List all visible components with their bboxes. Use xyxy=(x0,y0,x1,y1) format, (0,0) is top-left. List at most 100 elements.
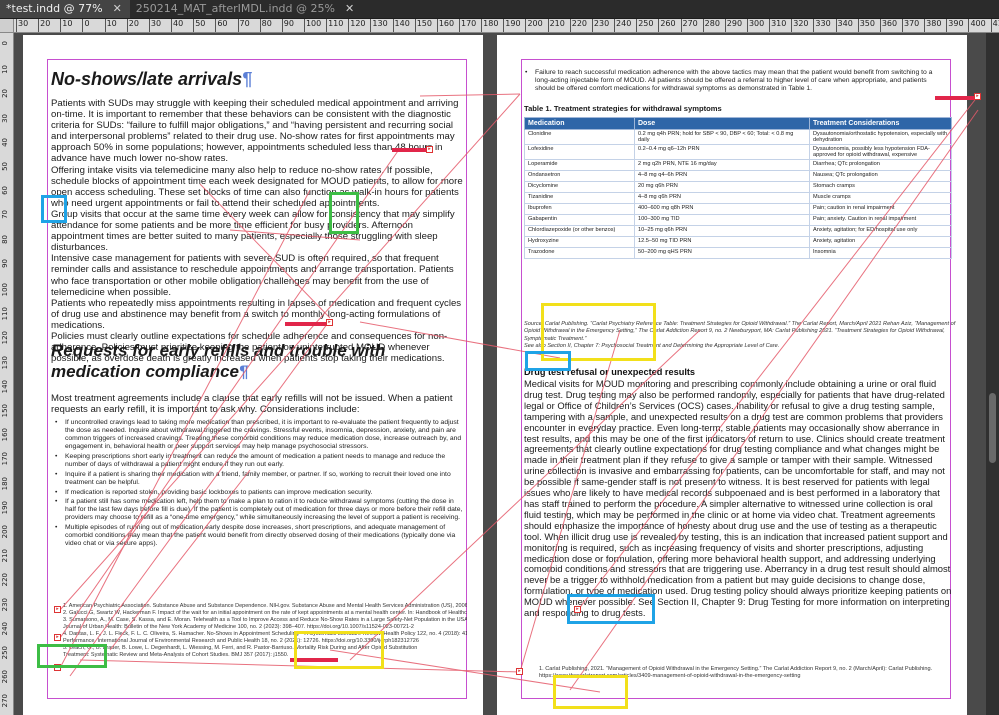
paragraph: Group visits that occur at the same time… xyxy=(51,208,455,254)
heading-no-shows[interactable]: No-shows/late arrivals¶ xyxy=(51,69,252,90)
ruler-tick-label: 350 xyxy=(857,19,875,32)
out-port-icon[interactable]: ▸ xyxy=(326,319,333,326)
reference-line: Journal of Urban Health: Bulletin of the… xyxy=(63,624,414,630)
ruler-tick-label: 50 xyxy=(193,19,206,32)
scrollbar-thumb[interactable] xyxy=(989,393,996,463)
vertical-scrollbar[interactable] xyxy=(986,33,999,715)
pilcrow-mark: ¶ xyxy=(242,69,253,89)
table-cell: Anxiety, agitation; for ED/hospital use … xyxy=(809,225,952,237)
ruler-tick-label: 410 xyxy=(990,19,999,32)
table-cell: Muscle cramps xyxy=(809,192,952,204)
reference-line: 2. Galucci G, Swartz W, Hackerman F. Imp… xyxy=(63,610,467,616)
left-page: No-shows/late arrivals¶ Patients with SU… xyxy=(23,35,483,715)
column-header: Treatment Considerations xyxy=(809,117,952,130)
in-port-icon[interactable]: ▸ xyxy=(516,668,523,675)
footnote-frame[interactable]: 1. Carlat Publishing, 2021. “Management … xyxy=(539,666,951,681)
ruler-tick-label: 210 xyxy=(547,19,565,32)
table-row: Hydroxyzine 12.5–50 mg TID PRN Anxiety, ag… xyxy=(524,236,952,248)
references-frame[interactable]: 1. American Psychiatric Association. Sub… xyxy=(63,603,467,659)
table-cell: Loperamide xyxy=(524,159,635,171)
ruler-tick-label: 340 xyxy=(835,19,853,32)
drug-test-text-frame[interactable]: Medical visits for MOUD monitoring and p… xyxy=(524,378,952,619)
list-item: If uncontrolled cravings lead to taking … xyxy=(55,419,465,451)
horizontal-ruler[interactable]: 30 20 10 0 10 20 30 40 50 60 70 80 90 100 110 120 130 140… xyxy=(14,19,999,33)
out-port-icon[interactable]: ▸ xyxy=(974,93,981,100)
considerations-list[interactable]: If uncontrolled cravings lead to taking … xyxy=(55,419,465,550)
table-row: Dicyclomine 20 mg q6h PRN Stomach cramps xyxy=(524,181,952,193)
ruler-tick-label: 200 xyxy=(525,19,543,32)
reference-line: 4. Dantas, L. F., J. L. Fleck, F. L. C. … xyxy=(63,631,467,637)
table-cell: Lofexidine xyxy=(524,144,635,160)
table-cell: 400–600 mg q8h PRN xyxy=(634,203,810,215)
reference-line: 5. Leach, G., B. Brauer, B. Lowe, L. Deg… xyxy=(63,645,418,651)
ruler-tick-label: 330 xyxy=(813,19,831,32)
ruler-tick-label: 370 xyxy=(901,19,920,32)
overset-marker[interactable] xyxy=(392,148,428,152)
early-refills-intro[interactable]: Most treatment agreements include a clau… xyxy=(51,393,465,415)
withdrawal-table[interactable]: Medication Dose Treatment Considerations… xyxy=(524,117,952,259)
ruler-tick-label: 120 xyxy=(348,19,366,32)
ruler-tick-label: 20 xyxy=(38,19,51,32)
table-row: Tizanidine 4–8 mg q6h PRN Muscle cramps xyxy=(524,192,952,204)
table-row: Gabapentin 100–300 mg TID Pain; anxiety. C… xyxy=(524,214,952,226)
table-cell: Tizanidine xyxy=(524,192,635,204)
table-header-row: Medication Dose Treatment Considerations xyxy=(524,117,952,130)
table-body: Clonidine 0.2 mg q4h PRN; hold for SBP < … xyxy=(524,129,952,259)
table-cell: 12.5–50 mg TID PRN xyxy=(634,236,810,248)
ruler-tick-label: 220 xyxy=(1,573,9,587)
list-item: If medication is reported stolen, provid… xyxy=(55,489,465,497)
reference-line: Performance. International Journal of En… xyxy=(63,638,419,644)
tab-test-indd[interactable]: *test.indd @ 77% ✕ xyxy=(0,0,130,18)
table-cell: Dicyclomine xyxy=(524,181,635,193)
ruler-tick-label: 300 xyxy=(746,19,765,32)
in-port-icon[interactable]: ▸ xyxy=(574,606,581,613)
tab-label: 250214_MAT_afterIMDL.indd @ 25% xyxy=(135,2,335,15)
vertical-ruler[interactable]: 0 10 20 30 40 50 60 70 80 90 100 110 120 130 140 150 160… xyxy=(0,33,14,715)
ruler-tick-label: 240 xyxy=(1,621,9,636)
ruler-tick-label: 10 xyxy=(60,19,73,32)
overset-marker[interactable] xyxy=(290,658,338,662)
table-cell: Ondansetron xyxy=(524,170,635,182)
column-header: Medication xyxy=(524,117,635,130)
table-cell: Diarrhea; QTc prolongation xyxy=(809,159,952,171)
table-cell: Dysautonomia/orthostatic hypotension, es… xyxy=(809,129,952,145)
ruler-tick-label: 180 xyxy=(1,476,9,490)
ruler-tick-label: 260 xyxy=(658,19,676,32)
close-icon[interactable]: ✕ xyxy=(345,2,354,15)
table-row: Trazodone 50–200 mg qHS PRN Insomnia xyxy=(524,247,952,259)
table-cell: 0.2–0.4 mg q6–12h PRN xyxy=(634,144,810,160)
ruler-tick-label: 140 xyxy=(392,19,410,32)
ruler-tick-label: 40 xyxy=(1,137,9,147)
list-item: If a patient still has some medication l… xyxy=(55,498,465,522)
table-row: Ibuprofen 400–600 mg q8h PRN Pain; caution… xyxy=(524,203,952,215)
ruler-tick-label: 0 xyxy=(82,19,90,32)
paragraph: Medical visits for MOUD monitoring and p… xyxy=(524,378,952,619)
table-cell: 20 mg q6h PRN xyxy=(634,181,810,193)
ruler-tick-label: 110 xyxy=(326,19,344,32)
table-cell: Nausea; QTc prolongation xyxy=(809,170,952,182)
table-row: Chlordiazepoxide (or other benzos) 10–25 … xyxy=(524,225,952,237)
in-port-icon[interactable]: ▸ xyxy=(54,664,61,671)
out-port-icon[interactable]: ▸ xyxy=(426,146,433,153)
tab-afterIMDL-indd[interactable]: 250214_MAT_afterIMDL.indd @ 25% ✕ xyxy=(130,0,362,18)
table-row: Ondansetron 4–8 mg q4–6h PRN Nausea; QTc p… xyxy=(524,170,952,182)
no-shows-text-frame[interactable]: Patients with SUDs may struggle with kee… xyxy=(51,98,465,364)
document-tab-bar: *test.indd @ 77% ✕ 250214_MAT_afterIMDL.… xyxy=(0,0,999,19)
table-source-note[interactable]: Source: Carlat Publishing. “Carlat Psych… xyxy=(524,321,956,351)
ruler-tick-label: 90 xyxy=(1,258,9,268)
reference-line: 3. Sumarsono, A., M. Case, S. Kassa, and… xyxy=(63,617,467,623)
ruler-tick-label: 160 xyxy=(436,19,455,32)
ruler-tick-label: 80 xyxy=(1,234,9,244)
ruler-origin[interactable] xyxy=(0,19,14,33)
ruler-tick-label: 270 xyxy=(1,694,9,708)
in-port-icon[interactable]: ▸ xyxy=(54,634,61,641)
table-cell: Dysautonomia, possibly less hypotension … xyxy=(809,144,952,160)
close-icon[interactable]: ✕ xyxy=(113,2,122,15)
heading-early-refills[interactable]: Requests for early refills and trouble w… xyxy=(51,340,451,382)
overset-marker[interactable] xyxy=(935,96,977,100)
top-bullet-frame[interactable]: Failure to reach successful medication a… xyxy=(525,69,935,95)
in-port-icon[interactable]: ▸ xyxy=(54,606,61,613)
heading-drug-test[interactable]: Drug test refusal or unexpected results xyxy=(524,367,695,377)
ruler-tick-label: 60 xyxy=(1,186,9,196)
ruler-tick-label: 180 xyxy=(481,19,499,32)
